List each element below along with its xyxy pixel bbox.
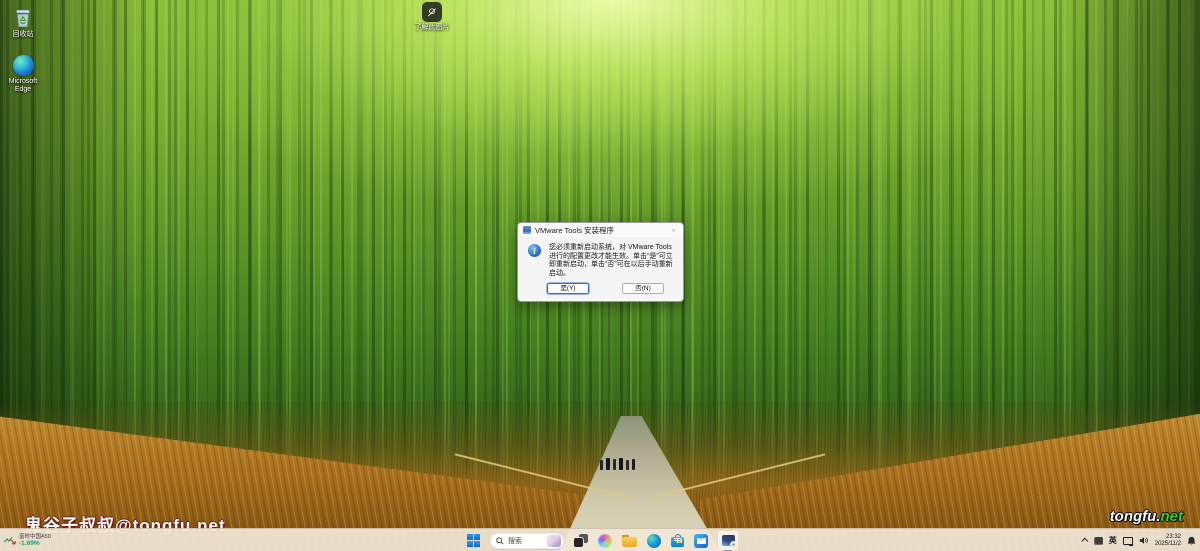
desktop-icon-label: Microsoft Edge [8, 78, 38, 93]
task-view-icon [574, 534, 588, 547]
vmware-app-icon [523, 226, 531, 234]
search-box[interactable]: 搜索 [490, 532, 564, 549]
edge-taskbar-button[interactable] [647, 533, 661, 548]
network-icon[interactable] [1122, 536, 1133, 546]
watermark-logo: tongfu.net [1110, 508, 1183, 525]
close-icon[interactable]: × [669, 226, 678, 235]
volume-icon[interactable] [1139, 536, 1149, 545]
yes-button[interactable]: 是(Y) [547, 283, 589, 294]
microsoft-store-button[interactable] [671, 534, 684, 547]
ime-indicator[interactable]: 英 [1109, 535, 1117, 546]
wallpaper-people [598, 456, 648, 470]
system-tray: 英 23:32 2025/11/2 [1081, 529, 1196, 551]
file-explorer-button[interactable] [622, 534, 637, 547]
desktop-icon-edge[interactable]: Microsoft Edge [0, 55, 49, 94]
stock-chart-icon [4, 537, 16, 545]
no-button[interactable]: 否(N) [622, 283, 664, 294]
desktop-icon-learn-about-picture[interactable]: 了解此图片 [406, 2, 458, 32]
clock[interactable]: 23:32 2025/11/2 [1155, 534, 1181, 547]
task-view-button[interactable] [574, 534, 588, 547]
search-highlight-image [547, 534, 561, 547]
installer-icon [721, 535, 737, 548]
hidden-icons-chevron-icon[interactable] [1081, 537, 1089, 545]
logo-text-green: net [1160, 508, 1184, 525]
dialog-titlebar[interactable]: VMware Tools 安装程序 × [518, 223, 683, 237]
desktop-icon-label: 了解此图片 [414, 24, 450, 31]
copilot-button[interactable] [598, 533, 612, 548]
store-icon [671, 534, 684, 547]
desktop-icon-recycle-bin[interactable]: 回收站 [0, 7, 49, 39]
dialog-title: VMware Tools 安装程序 [535, 225, 615, 235]
edge-icon [12, 55, 34, 76]
search-icon [496, 536, 504, 545]
tray-app-icon[interactable] [1093, 536, 1103, 545]
windows-logo-icon [467, 534, 480, 547]
desktop: 回收站 Microsoft Edge 了解此图片 鬼谷子叔叔@tongfu.ne… [0, 0, 1200, 551]
tray-date: 2025/11/2 [1154, 540, 1181, 547]
info-icon: i [528, 244, 541, 257]
folder-icon [622, 534, 637, 547]
stock-widget[interactable]: 富时中国A50 -1.69% [4, 530, 51, 551]
copilot-icon [598, 533, 612, 548]
desktop-icon-label: 回收站 [12, 31, 34, 38]
stock-change-value: -1.69% [19, 540, 40, 547]
start-button[interactable] [467, 534, 480, 547]
outlook-button[interactable] [694, 533, 708, 548]
vmware-installer-taskbar-button[interactable] [718, 531, 738, 551]
vmware-tools-dialog: VMware Tools 安装程序 × i 您必须重新启动系统，对 VMware… [517, 222, 684, 302]
outlook-icon [694, 533, 708, 548]
taskbar: 富时中国A50 -1.69% 搜索 英 23:32 2025/11/2 [0, 528, 1200, 551]
dialog-body: i 您必须重新启动系统，对 VMware Tools 进行的配置更改才能生效。单… [518, 237, 683, 283]
taskbar-center: 搜索 [467, 529, 738, 551]
notifications-bell-icon[interactable] [1187, 536, 1196, 546]
edge-icon [647, 533, 661, 548]
dialog-message: 您必须重新启动系统，对 VMware Tools 进行的配置更改才能生效。单击“… [549, 244, 673, 277]
logo-text-white: tongfu [1109, 508, 1157, 525]
recycle-bin-icon [16, 9, 30, 27]
search-placeholder: 搜索 [508, 537, 522, 545]
picture-info-icon [422, 2, 442, 22]
dialog-buttons: 是(Y) 否(N) [518, 283, 683, 301]
